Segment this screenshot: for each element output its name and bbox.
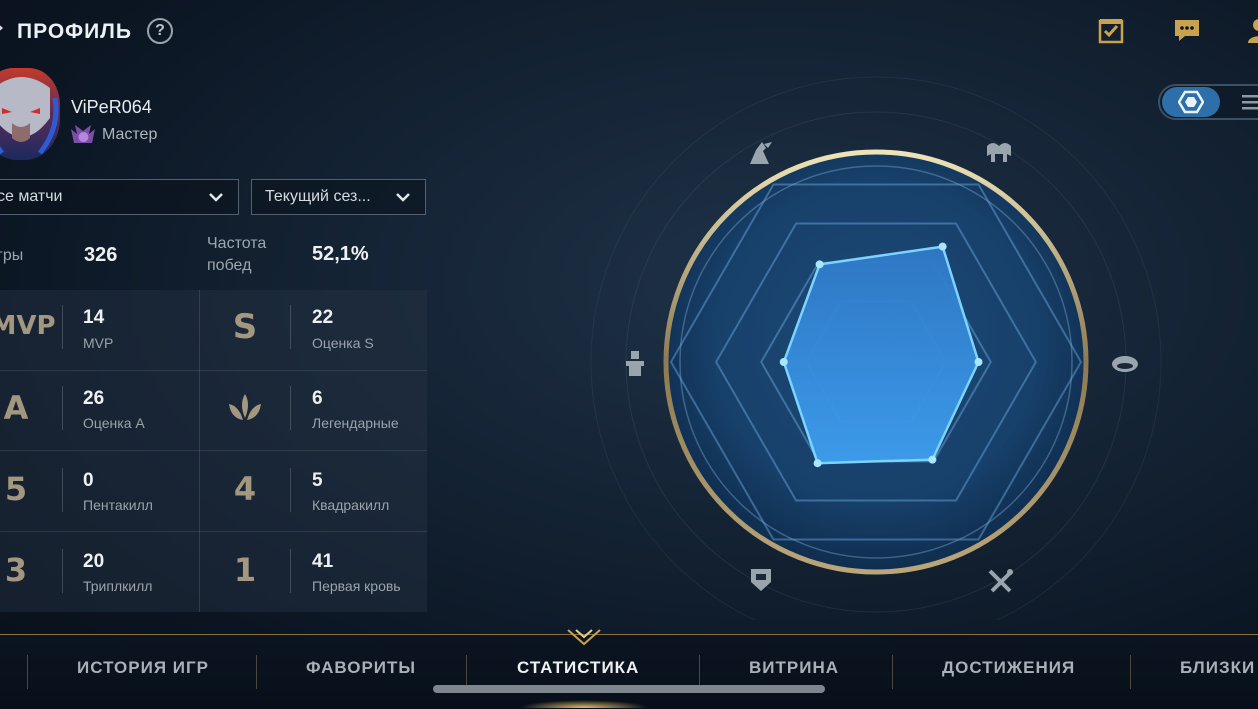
s-grade-label: Оценка S <box>312 335 374 351</box>
pentakill-value: 0 <box>83 470 94 491</box>
tab-match-history[interactable]: ИСТОРИЯ ИГР <box>77 658 209 678</box>
active-tab-glow <box>520 700 648 708</box>
first-blood-label: Первая кровь <box>312 578 401 594</box>
tank-icon <box>751 569 771 591</box>
a-grade-label: Оценка A <box>83 415 145 431</box>
list-view-icon[interactable] <box>1240 93 1258 111</box>
tab-separator <box>256 655 257 689</box>
match-type-value: се матчи <box>0 188 63 205</box>
match-type-dropdown[interactable]: се матчи <box>0 179 239 215</box>
games-value: 326 <box>84 244 118 266</box>
support-icon <box>626 351 644 376</box>
cell-divider <box>62 468 63 512</box>
triplekill-icon: 3 <box>4 551 28 589</box>
assassin-icon <box>750 142 772 164</box>
username: ViPeR064 <box>71 97 152 117</box>
first-blood-icon: 1 <box>233 551 257 589</box>
s-grade-value: 22 <box>312 307 334 328</box>
chevron-down-icon <box>209 193 223 202</box>
tab-showcase[interactable]: ВИТРИНА <box>749 658 839 678</box>
radar-point-tank <box>928 455 937 464</box>
role-radar-chart <box>590 76 1162 620</box>
legendary-value: 6 <box>312 388 323 409</box>
season-dropdown[interactable]: Текущий сез... <box>251 179 426 215</box>
quadrakill-icon: 4 <box>233 470 257 508</box>
rank-master-icon <box>71 125 95 143</box>
mvp-icon: MVP <box>0 311 56 341</box>
help-button[interactable]: ? <box>147 18 173 44</box>
active-tab-marker-icon <box>567 629 601 646</box>
grid-divider <box>0 531 427 532</box>
quadrakill-value: 5 <box>312 470 323 491</box>
cell-divider <box>62 549 63 593</box>
chat-icon[interactable] <box>1173 16 1201 44</box>
s-grade-icon: S <box>232 307 258 347</box>
grid-divider <box>199 290 200 612</box>
pentakill-icon: 5 <box>4 470 28 508</box>
tab-favorites[interactable]: ФАВОРИТЫ <box>306 658 416 678</box>
tab-separator <box>1130 655 1131 689</box>
winrate-value: 52,1% <box>312 243 369 265</box>
radar-point-mage <box>779 358 788 366</box>
a-grade-value: 26 <box>83 388 105 409</box>
mage-icon <box>988 569 1014 593</box>
marksman-icon <box>1112 356 1138 372</box>
radar-point-support <box>813 459 822 468</box>
mvp-label: MVP <box>83 335 114 351</box>
tab-achievements[interactable]: ДОСТИЖЕНИЯ <box>942 658 1075 678</box>
season-value: Текущий сез... <box>265 188 371 205</box>
tab-separator <box>27 655 28 689</box>
page-title: ПРОФИЛЬ <box>17 20 133 43</box>
grid-divider <box>0 370 427 371</box>
back-arrow-icon[interactable] <box>0 22 3 34</box>
rank-label: Мастер <box>102 126 158 143</box>
clipboard-check-icon[interactable] <box>1097 16 1125 44</box>
a-grade-icon: A <box>3 389 29 427</box>
avatar[interactable] <box>0 68 60 160</box>
tabs-scrollbar[interactable] <box>433 685 825 693</box>
triplekill-label: Триплкилл <box>83 578 153 594</box>
first-blood-value: 41 <box>312 551 334 572</box>
fighter-icon <box>987 143 1011 162</box>
grid-divider <box>0 450 427 451</box>
tab-separator <box>892 655 893 689</box>
pentakill-label: Пентакилл <box>83 497 153 513</box>
mvp-value: 14 <box>83 307 105 328</box>
legendary-icon <box>229 394 261 420</box>
radar-point-assassin <box>815 260 824 269</box>
radar-view-button[interactable] <box>1162 87 1220 117</box>
quadrakill-label: Квадракилл <box>312 497 390 513</box>
tab-separator <box>466 655 467 689</box>
user-icon[interactable] <box>1245 16 1258 44</box>
tab-close-friends[interactable]: БЛИЗКИ <box>1180 658 1255 678</box>
cell-divider <box>290 468 291 512</box>
tab-separator <box>699 655 700 689</box>
games-label: гры <box>0 247 24 264</box>
cell-divider <box>62 386 63 430</box>
cell-divider <box>290 305 291 349</box>
radar-point-marksman <box>974 358 983 366</box>
radar-point-fighter <box>938 242 947 251</box>
cell-divider <box>290 386 291 430</box>
winrate-label: Частота побед <box>207 235 267 274</box>
radar-view-icon <box>1178 90 1204 114</box>
cell-divider <box>290 549 291 593</box>
legendary-label: Легендарные <box>312 415 399 431</box>
chevron-down-icon <box>396 193 410 202</box>
tab-statistics[interactable]: СТАТИСТИКА <box>517 658 639 678</box>
triplekill-value: 20 <box>83 551 105 572</box>
cell-divider <box>62 305 63 349</box>
